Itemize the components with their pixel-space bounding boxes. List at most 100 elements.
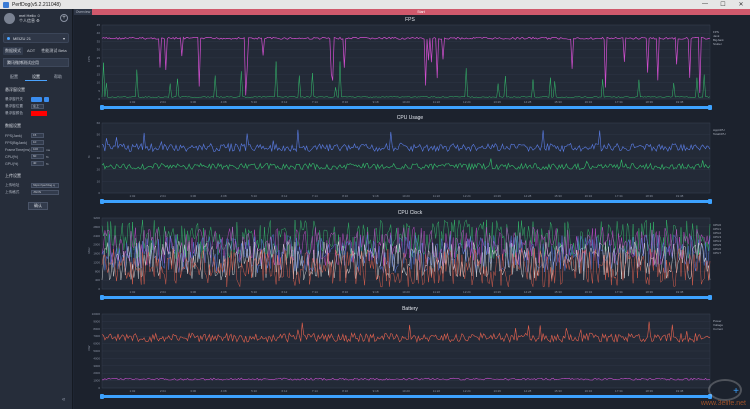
setting-row: 悬浮窗位置 左上 [5, 103, 67, 110]
confirm-button[interactable]: 确认 [28, 202, 48, 210]
x-tick-label: 11:22 [433, 290, 441, 294]
setting-label: CPU(%) [5, 154, 19, 159]
data-settings-section: 数据设置 FPS(Jank) 15 FPS(BigJank) 10 FrameT… [5, 123, 67, 167]
overview-tab[interactable]: Overview [74, 9, 92, 15]
float-checkbox[interactable] [44, 97, 49, 102]
x-tick-label: 4:08 [221, 389, 227, 393]
setting-row: FPS(BigJank) 10 [5, 139, 67, 146]
x-tick-label: 6:12 [281, 194, 287, 198]
x-tick-label: 17:34 [615, 389, 623, 393]
y-tick-label: 5 [98, 89, 100, 93]
setting-row: FrameTime(ms) 100 ms [5, 146, 67, 153]
y-tick-label: 3200 [93, 216, 100, 220]
y-tick-label: 50 [97, 133, 101, 137]
number-input[interactable]: 100 [31, 147, 44, 152]
setting-row: 悬浮窗颜色 [5, 110, 67, 117]
section-title: 上传设置 [5, 173, 21, 178]
plot-area [101, 24, 711, 100]
y-tick-label: 2800 [93, 225, 100, 229]
user-subtitle[interactable]: 个人信息 ⚙ [19, 18, 60, 23]
y-tick-label: 2000 [93, 243, 100, 247]
x-tick-label: 9:18 [373, 100, 379, 104]
timeline-scrollbar[interactable] [100, 295, 712, 300]
mode-tabs: 数据模式 AOT 性能测试 Beta [3, 47, 69, 55]
user-profile[interactable]: mel Hello ☺ 个人信息 ⚙ + [0, 9, 72, 27]
x-tick-label: 6:12 [281, 100, 287, 104]
tab-data-mode[interactable]: 数据模式 [3, 47, 23, 55]
y-tick-label: 0 [98, 386, 100, 390]
chart-svg: 0 400 800 1200 1600 2000 2400 2800 3200 MHz 1:02 2:… [87, 216, 721, 294]
tab-perf-test[interactable]: 性能测试 Beta [39, 47, 68, 55]
add-icon[interactable]: + [60, 14, 68, 22]
start-button[interactable]: Start [92, 9, 750, 15]
number-input[interactable]: 60 [31, 154, 44, 159]
x-tick-label: 17:34 [615, 290, 623, 294]
x-tick-label: 15:30 [554, 389, 562, 393]
x-tick-label: 11:22 [433, 100, 441, 104]
close-button[interactable]: ✕ [732, 1, 750, 8]
y-tick-label: 30 [97, 48, 101, 52]
x-tick-label: 2:04 [160, 389, 166, 393]
chart-svg: 0 10 20 30 40 50 60% 1:02 2:04 3:06 4:08 5:10 6:12 7:… [87, 121, 726, 198]
timeline-scrollbar[interactable] [100, 394, 712, 399]
x-tick-label: 8:16 [342, 389, 348, 393]
unit-label: % [46, 154, 49, 159]
setting-label: FPS(BigJank) [5, 140, 28, 145]
y-tick-label: 45 [97, 23, 101, 27]
y-tick-label: 2400 [93, 234, 100, 238]
tab-aot[interactable]: AOT [25, 47, 37, 55]
float-toggle[interactable] [31, 97, 42, 102]
maximize-button[interactable]: ☐ [714, 1, 732, 8]
timeline-scrollbar[interactable] [100, 105, 712, 110]
number-input[interactable]: 10 [31, 140, 44, 145]
y-tick-label: 10000 [92, 312, 101, 316]
tab-settings[interactable]: 设置 [25, 73, 47, 81]
app-logo-icon [3, 1, 9, 8]
sidebar: mel Hello ☺ 个人信息 ⚙ + MEIZU 21 ▾ 数据模式 AOT… [0, 9, 73, 409]
y-tick-label: 60 [97, 121, 101, 125]
minimize-button[interactable]: — [696, 1, 714, 8]
tab-help[interactable]: 帮助 [47, 73, 69, 81]
x-tick-label: 16:32 [585, 290, 593, 294]
upload-format-select[interactable]: JSON [31, 190, 59, 195]
x-tick-label: 14:28 [524, 389, 532, 393]
color-picker[interactable] [31, 111, 47, 116]
setting-row: CPU(%) 60 % [5, 153, 67, 160]
tab-config[interactable]: 配置 [3, 73, 25, 81]
x-tick-label: 13:26 [493, 389, 501, 393]
y-tick-label: 1200 [93, 260, 100, 264]
x-tick-label: 1:02 [129, 100, 135, 104]
x-tick-label: 15:30 [554, 194, 562, 198]
x-tick-label: 19:38 [676, 100, 684, 104]
y-tick-label: 0 [98, 97, 100, 101]
setting-row: 上传地址 https://perfdog.q [5, 182, 67, 189]
number-input[interactable]: 40 [31, 161, 44, 166]
y-tick-label: 5000 [93, 349, 100, 353]
device-selector[interactable]: MEIZU 21 ▾ [3, 33, 69, 43]
y-tick-label: 20 [97, 168, 101, 172]
setting-label: 悬浮窗开关 [5, 97, 23, 101]
window-title: PerfDog(v5.2.211048) [12, 1, 61, 8]
setting-label: 悬浮窗颜色 [5, 111, 23, 115]
x-tick-label: 19:38 [676, 290, 684, 294]
x-tick-label: 12:24 [463, 100, 471, 104]
add-panel-icon[interactable]: + [731, 387, 741, 397]
number-input[interactable]: 15 [31, 133, 44, 138]
x-tick-label: 16:32 [585, 389, 593, 393]
app-select[interactable]: 腾讯微博测试应用 [3, 58, 69, 67]
y-axis-label: MHz [87, 247, 91, 254]
x-tick-label: 16:32 [585, 194, 593, 198]
avatar[interactable] [4, 12, 15, 24]
x-tick-label: 14:28 [524, 100, 532, 104]
position-select[interactable]: 左上 [31, 104, 44, 109]
x-tick-label: 8:16 [342, 100, 348, 104]
y-tick-label: 25 [97, 56, 101, 60]
x-tick-label: 6:12 [281, 389, 287, 393]
float-window-section: 悬浮窗设置 悬浮窗开关 悬浮窗位置 左上 悬浮窗颜色 [5, 87, 67, 117]
timeline-scrollbar[interactable] [100, 199, 712, 204]
collapse-icon[interactable]: « [62, 397, 65, 403]
x-tick-label: 12:24 [463, 290, 471, 294]
upload-url-input[interactable]: https://perfdog.q [31, 183, 59, 188]
x-tick-label: 9:18 [373, 290, 379, 294]
x-tick-label: 3:06 [190, 389, 196, 393]
